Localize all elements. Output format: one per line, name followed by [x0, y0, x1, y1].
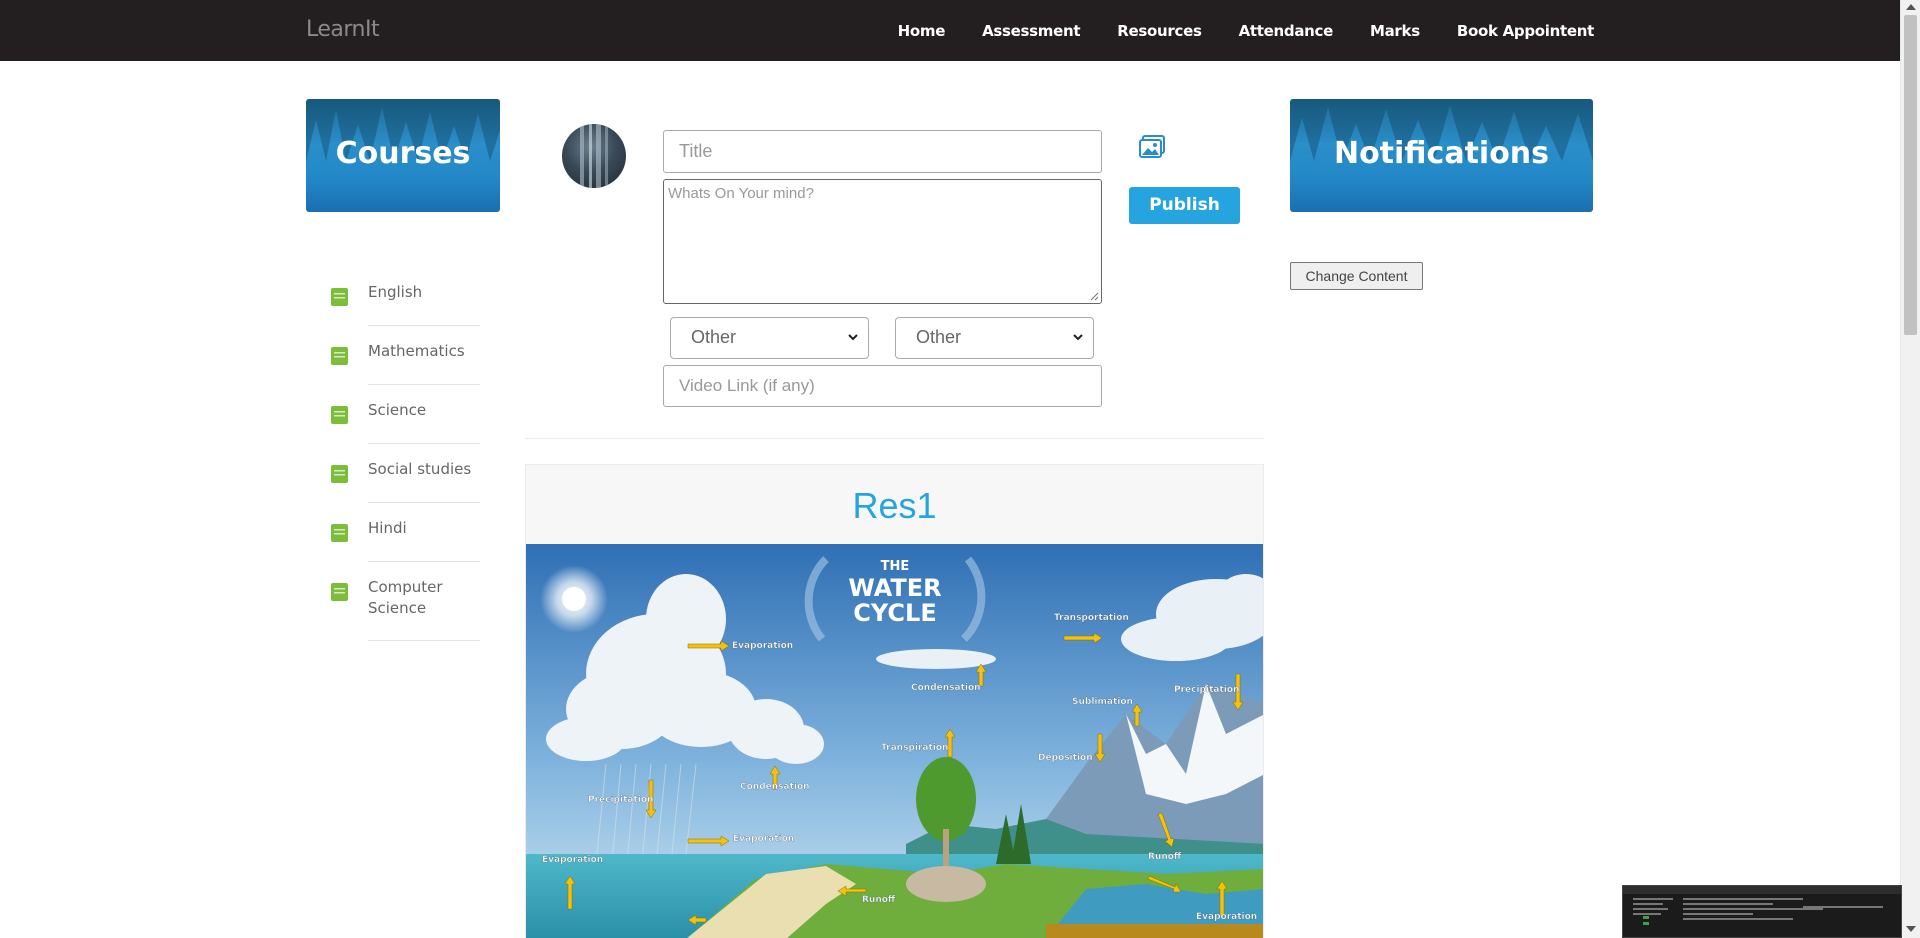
- nav-resources[interactable]: Resources: [1117, 22, 1202, 40]
- water-cycle-label: Precipitation: [1174, 685, 1239, 695]
- post-textarea[interactable]: Whats On Your mind?: [663, 179, 1102, 304]
- image-upload-icon[interactable]: [1139, 135, 1166, 159]
- water-cycle-image: THE WATER CYCLE Evaporation Transportati…: [526, 544, 1263, 938]
- chevron-down-icon: [848, 334, 858, 341]
- nav-links: Home Assessment Resources Attendance Mar…: [861, 0, 1595, 61]
- nav-marks[interactable]: Marks: [1370, 22, 1420, 40]
- water-cycle-label: WATER: [848, 574, 941, 602]
- book-icon: [331, 524, 348, 542]
- course-item-social-studies[interactable]: Social studies: [306, 444, 500, 503]
- navbar: LearnIt Home Assessment Resources Attend…: [0, 0, 1900, 61]
- water-cycle-label: Runoff: [1148, 852, 1182, 862]
- water-cycle-label: Condensation: [911, 683, 981, 693]
- course-list: English Mathematics Science Social studi…: [306, 267, 500, 641]
- waterfall-avatar-icon: [580, 124, 608, 188]
- avatar[interactable]: [562, 124, 626, 188]
- nav-attendance[interactable]: Attendance: [1239, 22, 1334, 40]
- course-item-computer-science[interactable]: Computer Science: [306, 562, 500, 641]
- brand-logo[interactable]: LearnIt: [306, 17, 380, 42]
- book-icon: [331, 583, 348, 601]
- page-scrollbar[interactable]: [1900, 0, 1920, 938]
- publish-button[interactable]: Publish: [1129, 187, 1240, 224]
- course-item-mathematics[interactable]: Mathematics: [306, 326, 500, 385]
- courses-title: Courses: [335, 136, 471, 171]
- scroll-up-arrow-icon[interactable]: [1906, 4, 1916, 10]
- water-cycle-label: Evaporation: [1196, 912, 1257, 922]
- water-cycle-label: Transportation: [1054, 613, 1129, 623]
- water-cycle-label: Evaporation: [732, 641, 793, 651]
- water-cycle-label: CYCLE: [853, 599, 936, 627]
- water-cycle-label: Runoff: [862, 895, 896, 905]
- course-label: English: [368, 283, 423, 301]
- notifications-header: Notifications: [1290, 99, 1593, 212]
- book-icon: [331, 406, 348, 424]
- post-textarea-placeholder: Whats On Your mind?: [668, 185, 814, 202]
- section-divider: [525, 438, 1264, 439]
- chevron-down-icon: [1073, 334, 1083, 341]
- course-label: Social studies: [368, 460, 472, 478]
- title-input[interactable]: Title: [663, 130, 1102, 173]
- course-label: Hindi: [368, 519, 407, 537]
- book-icon: [331, 288, 348, 306]
- subject-select-value: Other: [916, 327, 962, 347]
- terminal-preview-icon: [1623, 886, 1901, 925]
- water-cycle-label: Precipitation: [588, 795, 653, 805]
- nav-book-appointment[interactable]: Book Appointent: [1457, 22, 1594, 40]
- water-cycle-label: Transpiration: [881, 743, 948, 753]
- category-select[interactable]: Other: [670, 317, 869, 359]
- resource-title[interactable]: Res1: [526, 485, 1263, 527]
- water-cycle-label: Condensation: [740, 782, 810, 792]
- course-label: Computer Science: [368, 578, 443, 617]
- course-item-english[interactable]: English: [306, 267, 500, 326]
- water-cycle-label: Evaporation: [733, 834, 794, 844]
- water-cycle-label: Deposition: [1038, 753, 1093, 763]
- course-label: Science: [368, 401, 427, 419]
- nav-assessment[interactable]: Assessment: [982, 22, 1080, 40]
- book-icon: [331, 347, 348, 365]
- subject-select[interactable]: Other: [895, 317, 1094, 359]
- water-cycle-label: THE: [881, 559, 910, 574]
- scroll-thumb[interactable]: [1904, 15, 1917, 335]
- resize-handle-icon[interactable]: [1090, 292, 1099, 301]
- window-thumbnail-preview[interactable]: [1622, 885, 1902, 938]
- divider: [368, 640, 480, 641]
- video-link-input[interactable]: Video Link (if any): [663, 365, 1102, 407]
- scroll-down-arrow-icon[interactable]: [1906, 926, 1916, 932]
- water-cycle-label: Evaporation: [542, 855, 603, 865]
- notifications-title: Notifications: [1333, 136, 1550, 171]
- category-select-value: Other: [691, 327, 737, 347]
- course-item-hindi[interactable]: Hindi: [306, 503, 500, 562]
- nav-home[interactable]: Home: [898, 22, 946, 40]
- course-item-science[interactable]: Science: [306, 385, 500, 444]
- change-content-button[interactable]: Change Content: [1290, 262, 1423, 290]
- courses-header: Courses: [306, 99, 500, 212]
- course-label: Mathematics: [368, 342, 465, 360]
- water-cycle-label: Sublimation: [1072, 697, 1133, 707]
- book-icon: [331, 465, 348, 483]
- resource-card: Res1 THE WATER CYCLE Evaporation Transpo…: [525, 464, 1264, 938]
